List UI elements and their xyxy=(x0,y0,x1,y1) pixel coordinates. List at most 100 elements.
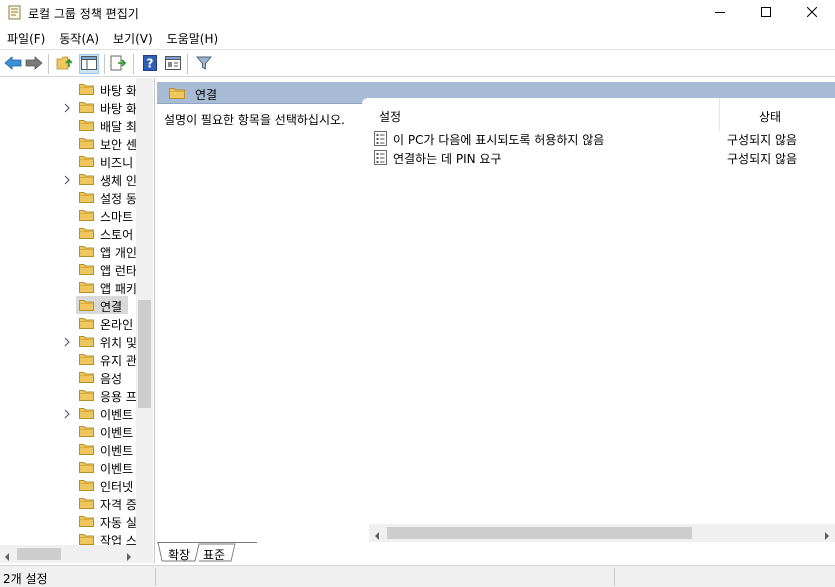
close-button[interactable] xyxy=(789,0,835,26)
tree-item-1[interactable]: 바탕 화 xyxy=(0,98,136,116)
settings-list: 설정 상태 이 PC가 다음에 표시되도록 허용하지 않음 구성되지 않음 연결… xyxy=(362,98,835,542)
folder-icon xyxy=(79,532,94,546)
tree-item-8[interactable]: 스토어 xyxy=(0,224,136,242)
scroll-left-icon[interactable] xyxy=(4,550,10,563)
tree-item-7[interactable]: 스마트 xyxy=(0,206,136,224)
status-text: 2개 설정 xyxy=(3,572,48,586)
status-divider xyxy=(614,568,615,586)
folder-icon xyxy=(79,136,94,150)
policy-setting-icon xyxy=(374,131,387,146)
menu-help[interactable]: 도움말(H) xyxy=(160,26,226,48)
policy-setting-icon xyxy=(374,150,387,165)
export-list-button[interactable] xyxy=(108,54,128,74)
description-panel: 설명이 필요한 항목을 선택하십시오. xyxy=(157,104,362,542)
chevron-right-icon[interactable] xyxy=(62,102,72,113)
help-button[interactable]: ? xyxy=(140,54,160,74)
tab-standard[interactable]: 표준 xyxy=(199,544,233,562)
forward-button[interactable] xyxy=(24,54,44,74)
back-arrow-icon xyxy=(4,55,22,73)
tree-item-0[interactable]: 바탕 화 xyxy=(0,80,136,98)
content-pane: 연결 설명이 필요한 항목을 선택하십시오. 설정 상태 이 PC가 다음에 표… xyxy=(157,78,835,564)
folder-icon xyxy=(79,316,94,330)
folder-icon xyxy=(79,406,94,420)
menu-action[interactable]: 동작(A) xyxy=(52,26,106,48)
tree-item-18[interactable]: 이벤트 xyxy=(0,404,136,422)
folder-icon xyxy=(79,190,94,204)
tab-extended[interactable]: 확장 xyxy=(163,544,197,562)
setting-state: 구성되지 않음 xyxy=(727,133,798,147)
setting-row[interactable]: 연결하는 데 PIN 요구 구성되지 않음 xyxy=(362,148,819,167)
list-horizontal-scroll-thumb[interactable] xyxy=(387,527,692,539)
filter-button[interactable] xyxy=(194,54,214,74)
tree-item-14[interactable]: 위치 및 xyxy=(0,332,136,350)
content-header-title: 연결 xyxy=(195,88,218,102)
tree-vertical-scrollbar[interactable] xyxy=(136,78,153,545)
folder-icon xyxy=(79,82,94,96)
tree-vertical-scroll-thumb[interactable] xyxy=(138,300,151,408)
tree-item-21[interactable]: 이벤트 xyxy=(0,458,136,476)
setting-state: 구성되지 않음 xyxy=(727,152,798,166)
back-button[interactable] xyxy=(3,54,23,74)
tree-horizontal-scroll-thumb[interactable] xyxy=(17,548,61,560)
tree-horizontal-scrollbar[interactable] xyxy=(0,545,136,563)
scroll-corner xyxy=(136,545,153,563)
tree-item-4[interactable]: 비즈니 xyxy=(0,152,136,170)
tree-item-5[interactable]: 생체 인 xyxy=(0,170,136,188)
list-vertical-scrollbar[interactable] xyxy=(819,98,835,542)
setting-row[interactable]: 이 PC가 다음에 표시되도록 허용하지 않음 구성되지 않음 xyxy=(362,129,819,148)
scroll-right-icon[interactable] xyxy=(824,529,830,543)
tree-item-2[interactable]: 배달 최 xyxy=(0,116,136,134)
close-icon xyxy=(806,6,818,20)
tree-item-label: 연결 xyxy=(100,300,123,314)
policy-document-icon xyxy=(8,5,21,20)
chevron-right-icon[interactable] xyxy=(62,336,72,347)
tree-item-11[interactable]: 앱 패키 xyxy=(0,278,136,296)
maximize-button[interactable] xyxy=(743,0,789,26)
menu-file[interactable]: 파일(F) xyxy=(0,26,52,48)
list-horizontal-scrollbar[interactable] xyxy=(369,524,835,542)
tree-item-10[interactable]: 앱 런타 xyxy=(0,260,136,278)
tree-item-label: 응용 프 xyxy=(100,390,136,404)
scroll-right-icon[interactable] xyxy=(126,550,132,563)
tree-item-6[interactable]: 설정 동 xyxy=(0,188,136,206)
tree-item-12[interactable]: 연결 xyxy=(0,296,136,314)
tree-item-13[interactable]: 온라인 xyxy=(0,314,136,332)
tab-extended-label: 확장 xyxy=(168,548,191,562)
scroll-left-icon[interactable] xyxy=(374,529,380,543)
tree-item-20[interactable]: 이벤트 xyxy=(0,440,136,458)
tree-item-19[interactable]: 이벤트 xyxy=(0,422,136,440)
tree-item-15[interactable]: 유지 관 xyxy=(0,350,136,368)
column-header-state[interactable]: 상태 xyxy=(719,98,819,131)
tree-item-9[interactable]: 앱 개인 xyxy=(0,242,136,260)
tree-item-16[interactable]: 음성 xyxy=(0,368,136,386)
tree-item-3[interactable]: 보안 센 xyxy=(0,134,136,152)
chevron-right-icon[interactable] xyxy=(62,408,72,419)
navigation-tree: 바탕 화 바탕 화 배달 최 보안 센 비즈니 생체 인 설정 동 스마트 스토… xyxy=(0,78,155,563)
setting-name: 이 PC가 다음에 표시되도록 허용하지 않음 xyxy=(393,133,605,147)
tree-item-22[interactable]: 인터넷 xyxy=(0,476,136,494)
tree-item-17[interactable]: 응용 프 xyxy=(0,386,136,404)
tree-item-label: 스마트 xyxy=(100,210,134,224)
folder-icon xyxy=(79,478,94,492)
folder-icon xyxy=(79,244,94,258)
properties-button[interactable] xyxy=(163,54,183,74)
tree-item-label: 바탕 화 xyxy=(100,84,136,98)
folder-icon xyxy=(79,334,94,348)
folder-icon xyxy=(79,100,94,114)
setting-name: 연결하는 데 PIN 요구 xyxy=(393,152,502,166)
tree-item-label: 보안 센 xyxy=(100,138,136,152)
up-one-level-button[interactable] xyxy=(55,54,75,74)
menu-view[interactable]: 보기(V) xyxy=(106,26,160,48)
tree-item-label: 자동 실 xyxy=(100,516,136,530)
column-header-setting[interactable]: 설정 xyxy=(362,98,718,131)
tree-item-24[interactable]: 자동 실 xyxy=(0,512,136,530)
chevron-right-icon[interactable] xyxy=(62,174,72,185)
tree-item-23[interactable]: 자격 증 xyxy=(0,494,136,512)
tree-item-label: 자격 증 xyxy=(100,498,136,512)
folder-icon xyxy=(79,298,94,312)
maximize-icon xyxy=(761,6,771,20)
minimize-button[interactable] xyxy=(697,0,743,26)
tab-standard-label: 표준 xyxy=(203,548,226,562)
show-hide-tree-button[interactable] xyxy=(79,54,99,74)
toolbar-separator xyxy=(133,54,134,74)
